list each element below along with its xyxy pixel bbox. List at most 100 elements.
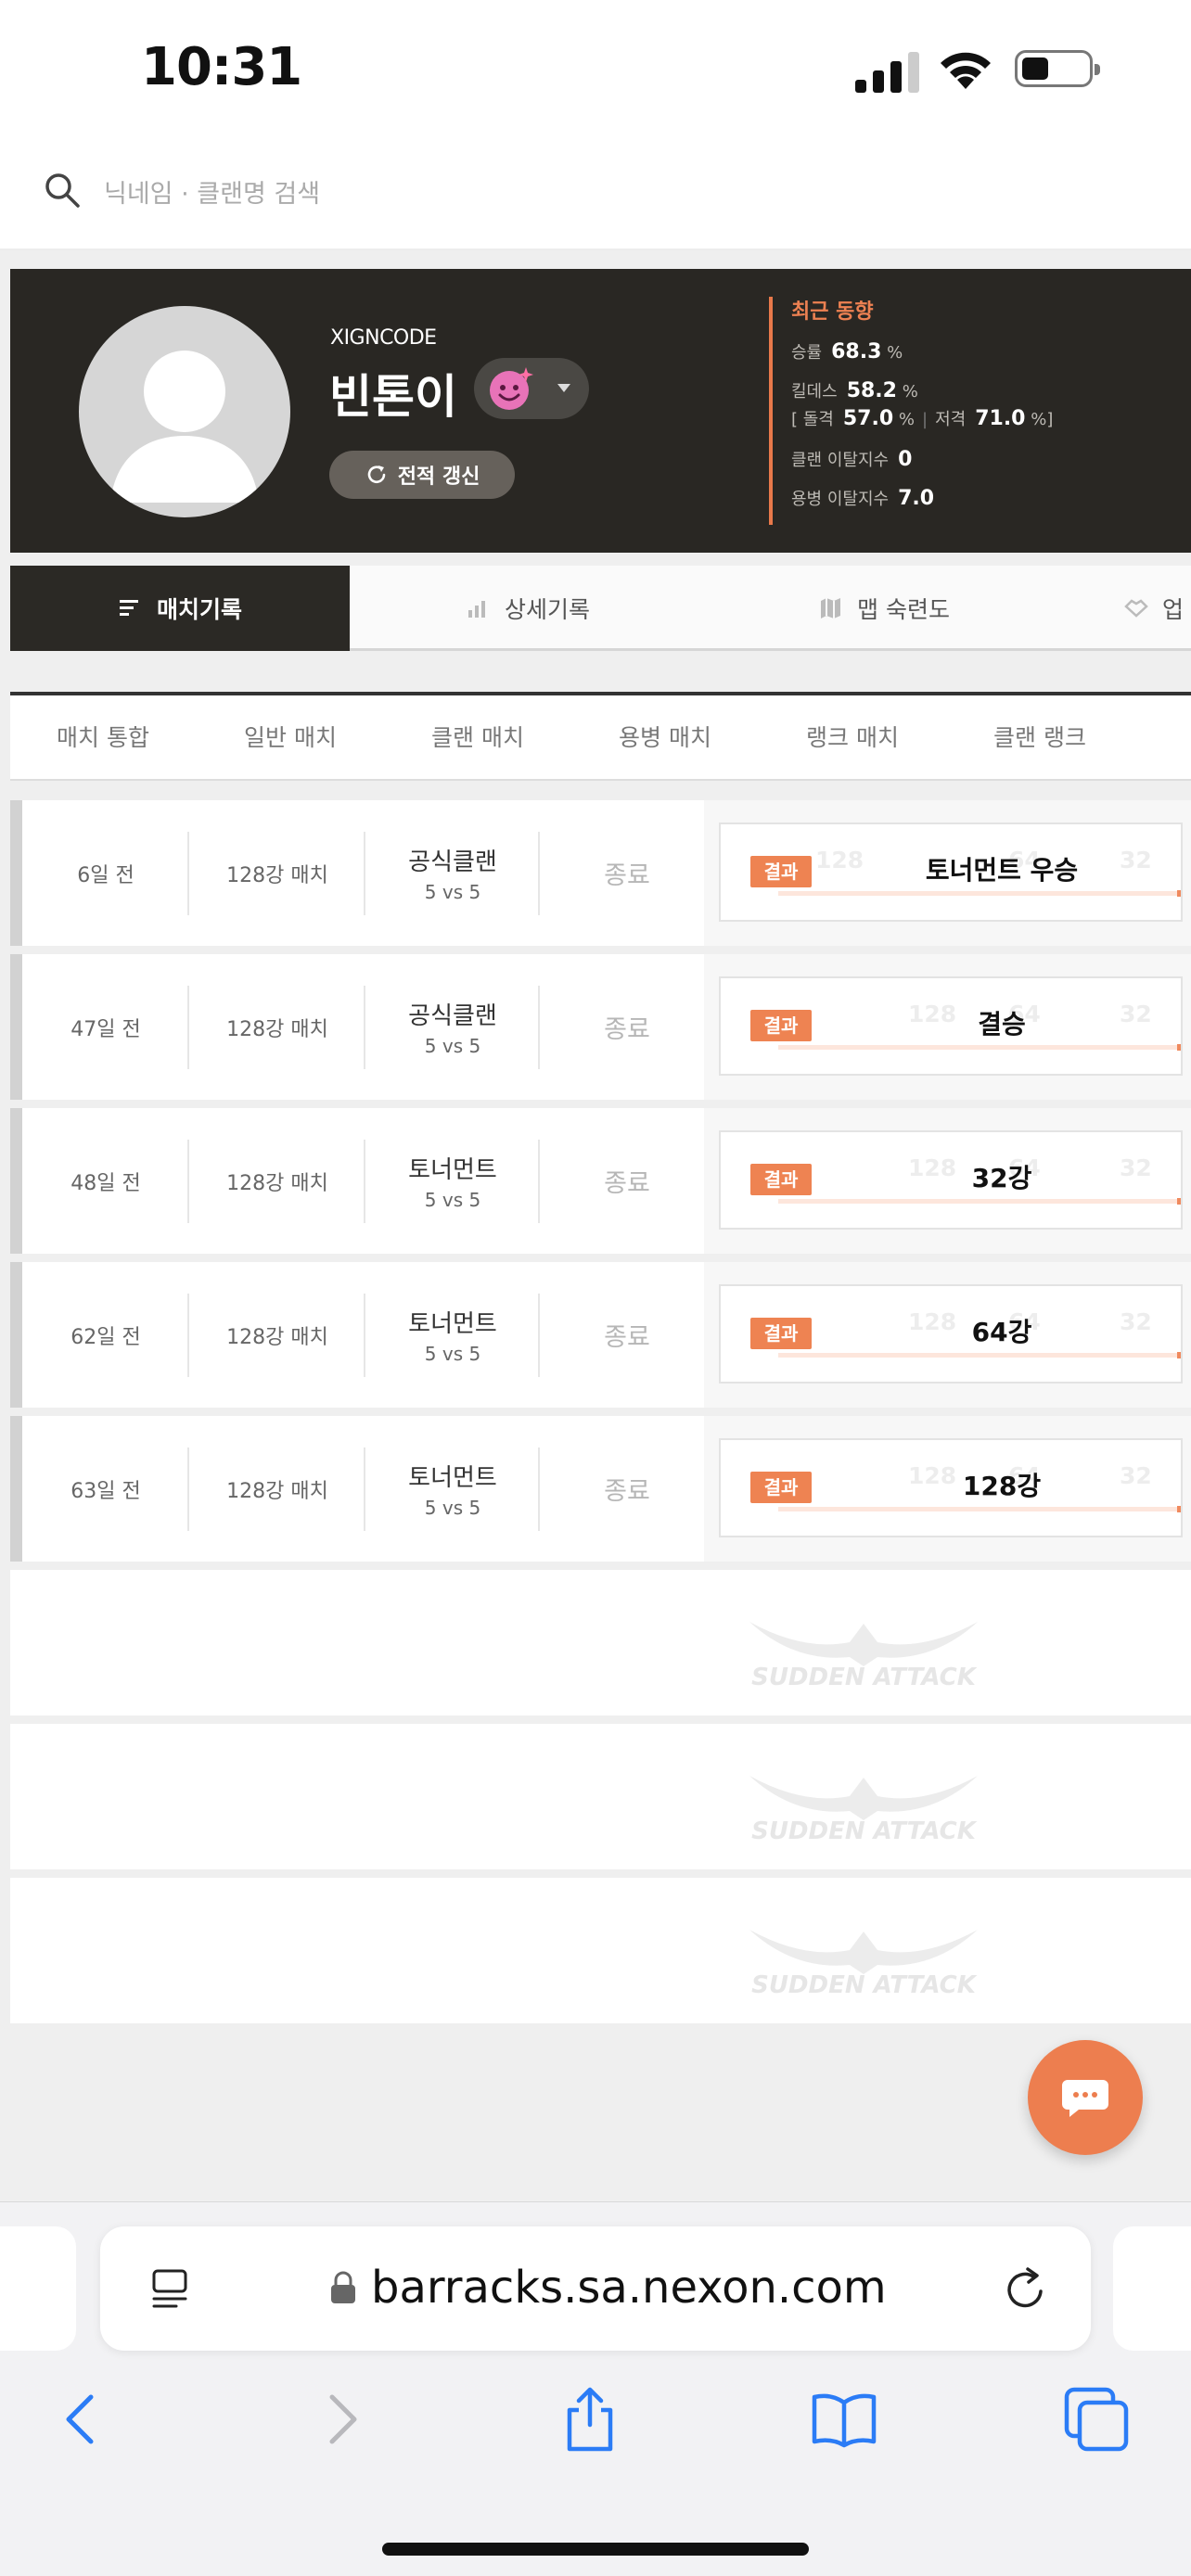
- weapon-kd-stat: [ 돌격 57.0 % | 저격 71.0 %]: [791, 407, 1054, 430]
- match-date: 63일 전: [22, 1416, 189, 1562]
- smiley-emblem-icon: [490, 367, 533, 410]
- svg-text:SUDDEN ATTACK: SUDDEN ATTACK: [751, 1971, 978, 1996]
- empty-match-row: SUDDEN ATTACK: [10, 1570, 1191, 1715]
- match-type: 128강 매치: [189, 1108, 365, 1254]
- match-mode: 공식클랜 5 vs 5: [365, 954, 540, 1100]
- empty-match-row: SUDDEN ATTACK: [10, 1724, 1191, 1869]
- svg-text:SUDDEN ATTACK: SUDDEN ATTACK: [751, 1817, 978, 1843]
- address-bar[interactable]: barracks.sa.nexon.com: [100, 2226, 1091, 2351]
- match-type: 128강 매치: [189, 1416, 365, 1562]
- share-icon[interactable]: [555, 2384, 625, 2455]
- avatar: [79, 306, 290, 517]
- sudden-attack-logo-icon: SUDDEN ATTACK: [749, 1930, 978, 1996]
- match-row[interactable]: 63일 전 128강 매치 토너먼트 5 vs 5 종료 128 64 32 결과…: [10, 1416, 1191, 1562]
- bookmarks-icon[interactable]: [809, 2384, 879, 2455]
- filter-clan[interactable]: 클랜 매치: [385, 695, 570, 781]
- reload-icon[interactable]: [1000, 2264, 1052, 2315]
- url-text: barracks.sa.nexon.com: [371, 2262, 887, 2314]
- result-text: 토너먼트 우승: [925, 855, 1079, 886]
- refresh-label: 전적 갱신: [397, 465, 480, 489]
- tab-map-proficiency[interactable]: 맵 숙련도: [706, 566, 1062, 651]
- search-input[interactable]: [104, 172, 939, 215]
- forward-icon[interactable]: [306, 2384, 377, 2455]
- match-type: 128강 매치: [189, 800, 365, 946]
- battery-icon: [1015, 50, 1100, 87]
- next-tab-preview[interactable]: [1113, 2226, 1191, 2351]
- tab-detail-record[interactable]: 상세기록: [350, 566, 706, 651]
- match-state: 종료: [604, 861, 650, 890]
- match-row[interactable]: 6일 전 128강 매치 공식클랜 5 vs 5 종료 128 64 32 결과 …: [10, 800, 1191, 946]
- clan-name[interactable]: XIGNCODE: [330, 326, 437, 350]
- status-bar: 10:31: [0, 0, 1191, 139]
- filter-rank[interactable]: 랭크 매치: [760, 695, 945, 781]
- filter-all[interactable]: 매치 통합: [10, 695, 196, 781]
- chat-bubble-icon: [1062, 2080, 1108, 2117]
- player-name: 빈톤이: [329, 370, 457, 424]
- result-badge: 결과: [750, 1318, 812, 1349]
- match-mode: 토너먼트 5 vs 5: [365, 1108, 540, 1254]
- tabs-icon[interactable]: [1061, 2384, 1132, 2455]
- kd-stat: 킬데스 58.2 %: [791, 379, 918, 402]
- match-state: 종료: [604, 1015, 650, 1044]
- default-user-icon: [110, 351, 259, 503]
- empty-match-row: SUDDEN ATTACK: [10, 1878, 1191, 2023]
- back-icon[interactable]: [46, 2384, 117, 2455]
- clan-leave-stat: 클랜 이탈지수 0: [791, 448, 913, 471]
- refresh-icon: [367, 465, 385, 483]
- home-indicator[interactable]: [382, 2543, 809, 2556]
- result-badge: 결과: [750, 1164, 812, 1195]
- match-result: 128 64 32 결과 128강: [704, 1416, 1191, 1562]
- search-icon[interactable]: [43, 171, 82, 210]
- match-date: 62일 전: [22, 1262, 189, 1408]
- match-mode: 토너먼트 5 vs 5: [365, 1416, 540, 1562]
- match-row[interactable]: 62일 전 128강 매치 토너먼트 5 vs 5 종료 128 64 32 결과…: [10, 1262, 1191, 1408]
- emblem-selector[interactable]: [474, 358, 589, 419]
- match-result: 128 64 32 결과 결승: [704, 954, 1191, 1100]
- player-profile-card: XIGNCODE 빈톤이 전적 갱신 최근 동향 승률 68.3 % 킬데스 58.…: [10, 269, 1191, 553]
- recent-trend-title: 최근 동향: [791, 300, 874, 324]
- handshake-icon: [1124, 599, 1148, 618]
- filter-clan-rank[interactable]: 클랜 랭크: [947, 695, 1133, 781]
- match-mode: 공식클랜 5 vs 5: [365, 800, 540, 946]
- previous-tab-preview[interactable]: [0, 2226, 76, 2351]
- svg-text:SUDDEN ATTACK: SUDDEN ATTACK: [751, 1664, 978, 1689]
- lock-icon: [331, 2271, 355, 2303]
- filter-normal[interactable]: 일반 매치: [198, 695, 383, 781]
- match-type: 128강 매치: [189, 954, 365, 1100]
- search-bar: [0, 139, 1191, 250]
- match-result: 128 64 32 결과 토너먼트 우승: [704, 800, 1191, 946]
- match-state: 종료: [604, 1323, 650, 1352]
- cellular-signal-icon: [855, 50, 920, 93]
- filter-mercenary[interactable]: 용병 매치: [572, 695, 758, 781]
- sudden-attack-logo-icon: SUDDEN ATTACK: [749, 1776, 978, 1843]
- merc-leave-stat: 용병 이탈지수 7.0: [791, 487, 935, 510]
- match-date: 48일 전: [22, 1108, 189, 1254]
- chevron-down-icon: [557, 384, 570, 392]
- recent-trend-panel: 최근 동향 승률 68.3 % 킬데스 58.2 % [ 돌격 57.0 % | 저격 71…: [769, 297, 1177, 525]
- bar-chart-icon: [467, 601, 485, 618]
- match-state: 종료: [604, 1169, 650, 1198]
- result-text: 결승: [978, 1009, 1026, 1039]
- match-row[interactable]: 48일 전 128강 매치 토너먼트 5 vs 5 종료 128 64 32 결과…: [10, 1108, 1191, 1254]
- status-time: 10:31: [141, 37, 302, 97]
- match-row[interactable]: 47일 전 128강 매치 공식클랜 5 vs 5 종료 128 64 32 결과…: [10, 954, 1191, 1100]
- match-type-filter: 매치 통합 일반 매치 클랜 매치 용병 매치 랭크 매치 클랜 랭크: [10, 692, 1191, 781]
- tab-match-record[interactable]: 매치기록: [10, 566, 350, 651]
- refresh-record-button[interactable]: 전적 갱신: [329, 451, 515, 499]
- match-type: 128강 매치: [189, 1262, 365, 1408]
- result-badge: 결과: [750, 1472, 812, 1503]
- record-tabs: 매치기록 상세기록 맵 숙련도 업: [10, 566, 1191, 651]
- list-icon: [119, 600, 138, 616]
- match-result: 128 64 32 결과 64강: [704, 1262, 1191, 1408]
- sudden-attack-logo-icon: SUDDEN ATTACK: [749, 1622, 978, 1689]
- tab-more[interactable]: 업: [1123, 566, 1191, 651]
- match-result: 128 64 32 결과 32강: [704, 1108, 1191, 1254]
- page-menu-icon[interactable]: [147, 2265, 193, 2312]
- result-text: 32강: [971, 1163, 1032, 1193]
- chat-button[interactable]: [1028, 2040, 1143, 2155]
- result-text: 128강: [962, 1471, 1042, 1501]
- match-date: 6일 전: [22, 800, 189, 946]
- result-text: 64강: [971, 1317, 1032, 1347]
- wifi-icon: [941, 52, 991, 89]
- result-badge: 결과: [750, 1010, 812, 1041]
